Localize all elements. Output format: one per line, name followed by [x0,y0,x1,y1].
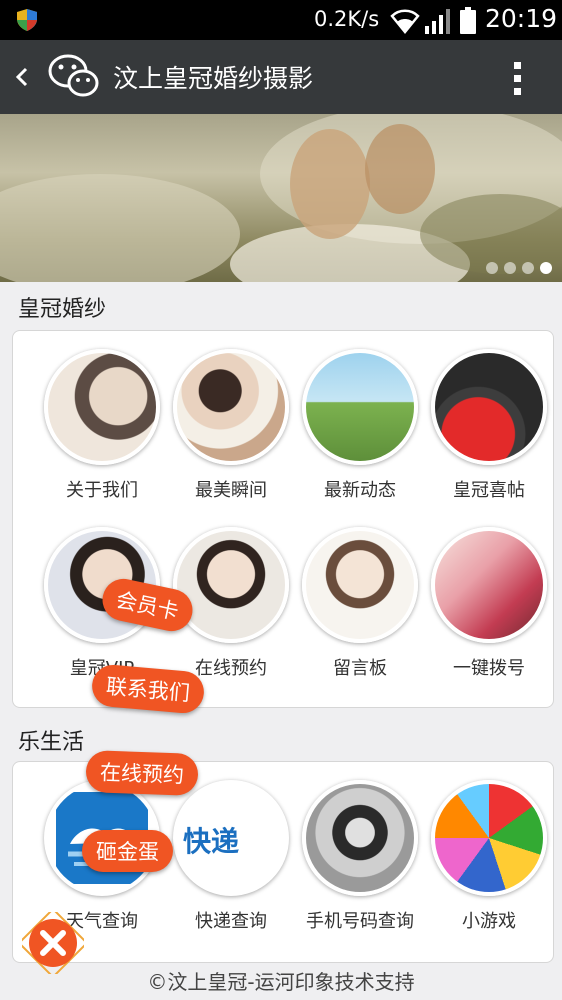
menu-item-label: 最美瞬间 [195,480,267,501]
back-icon[interactable] [10,60,32,94]
express-logo: 快递 [173,780,289,896]
phone-photo [302,780,418,896]
menu-item-label: 一键拨号 [453,658,525,679]
carousel-dot [540,262,552,274]
one-click-dial-photo [431,527,547,643]
network-speed: 0.2K/s [314,7,380,31]
menu-item-label: 快递查询 [195,911,267,932]
best-moments-photo [173,349,289,465]
latest-news-photo [302,349,418,465]
battery-icon [460,7,476,34]
floating-online-booking-button[interactable]: 在线预约 [85,750,199,796]
wedding-invitation-photo [431,349,547,465]
menu-item-latest-news[interactable]: 最新动态 [295,349,425,503]
close-icon[interactable] [22,912,84,974]
carousel-indicator [486,262,552,274]
menu-item-label: 最新动态 [324,480,396,501]
message-board-photo [302,527,418,643]
menu-item-label: 小游戏 [462,911,516,932]
clock: 20:19 [485,4,558,33]
online-booking-photo [173,527,289,643]
express-logo-text: 快递 [183,825,240,858]
menu-item-label: 留言板 [333,658,387,679]
carousel-dot [504,262,516,274]
games-photo [431,780,547,896]
status-bar: 0.2K/s 20:19 [0,0,562,40]
carousel-dot [486,262,498,274]
about-us-photo [44,349,160,465]
menu-item-one-click-dial[interactable]: 一键拨号 [424,527,554,681]
menu-item-phone-number-query[interactable]: 手机号码查询 [295,780,425,934]
signal-icon [425,9,450,34]
menu-item-message-board[interactable]: 留言板 [295,527,425,681]
menu-item-best-moments[interactable]: 最美瞬间 [166,349,296,503]
wechat-icon [48,54,99,97]
menu-item-about-us[interactable]: 关于我们 [37,349,167,503]
footer-support-text: ©汶上皇冠-运河印象技术支持 [147,970,415,994]
menu-item-wedding-invitation[interactable]: 皇冠喜帖 [424,349,554,503]
banner-image [0,114,562,282]
more-icon[interactable] [505,58,529,98]
menu-item-express-query[interactable]: 快递 快递查询 [166,780,296,934]
carousel-dot [522,262,534,274]
menu-item-label: 关于我们 [66,480,138,501]
menu-item-label: 皇冠喜帖 [453,480,525,501]
section-title-wedding: 皇冠婚纱 [18,297,107,322]
page-title: 汶上皇冠婚纱摄影 [113,64,314,93]
wedding-menu-card: 关于我们 最美瞬间 最新动态 皇冠喜帖 皇冠VIP 在线预约 留言板 一键拨号 [12,330,554,708]
menu-item-label: 手机号码查询 [306,911,414,932]
wifi-icon [390,9,420,34]
title-bar: 汶上皇冠婚纱摄影 [0,40,562,114]
shield-icon [17,9,37,31]
menu-item-mini-games[interactable]: 小游戏 [424,780,554,934]
floating-smash-egg-button[interactable]: 砸金蛋 [82,830,173,872]
banner-carousel[interactable] [0,114,562,282]
section-title-life: 乐生活 [18,730,85,755]
